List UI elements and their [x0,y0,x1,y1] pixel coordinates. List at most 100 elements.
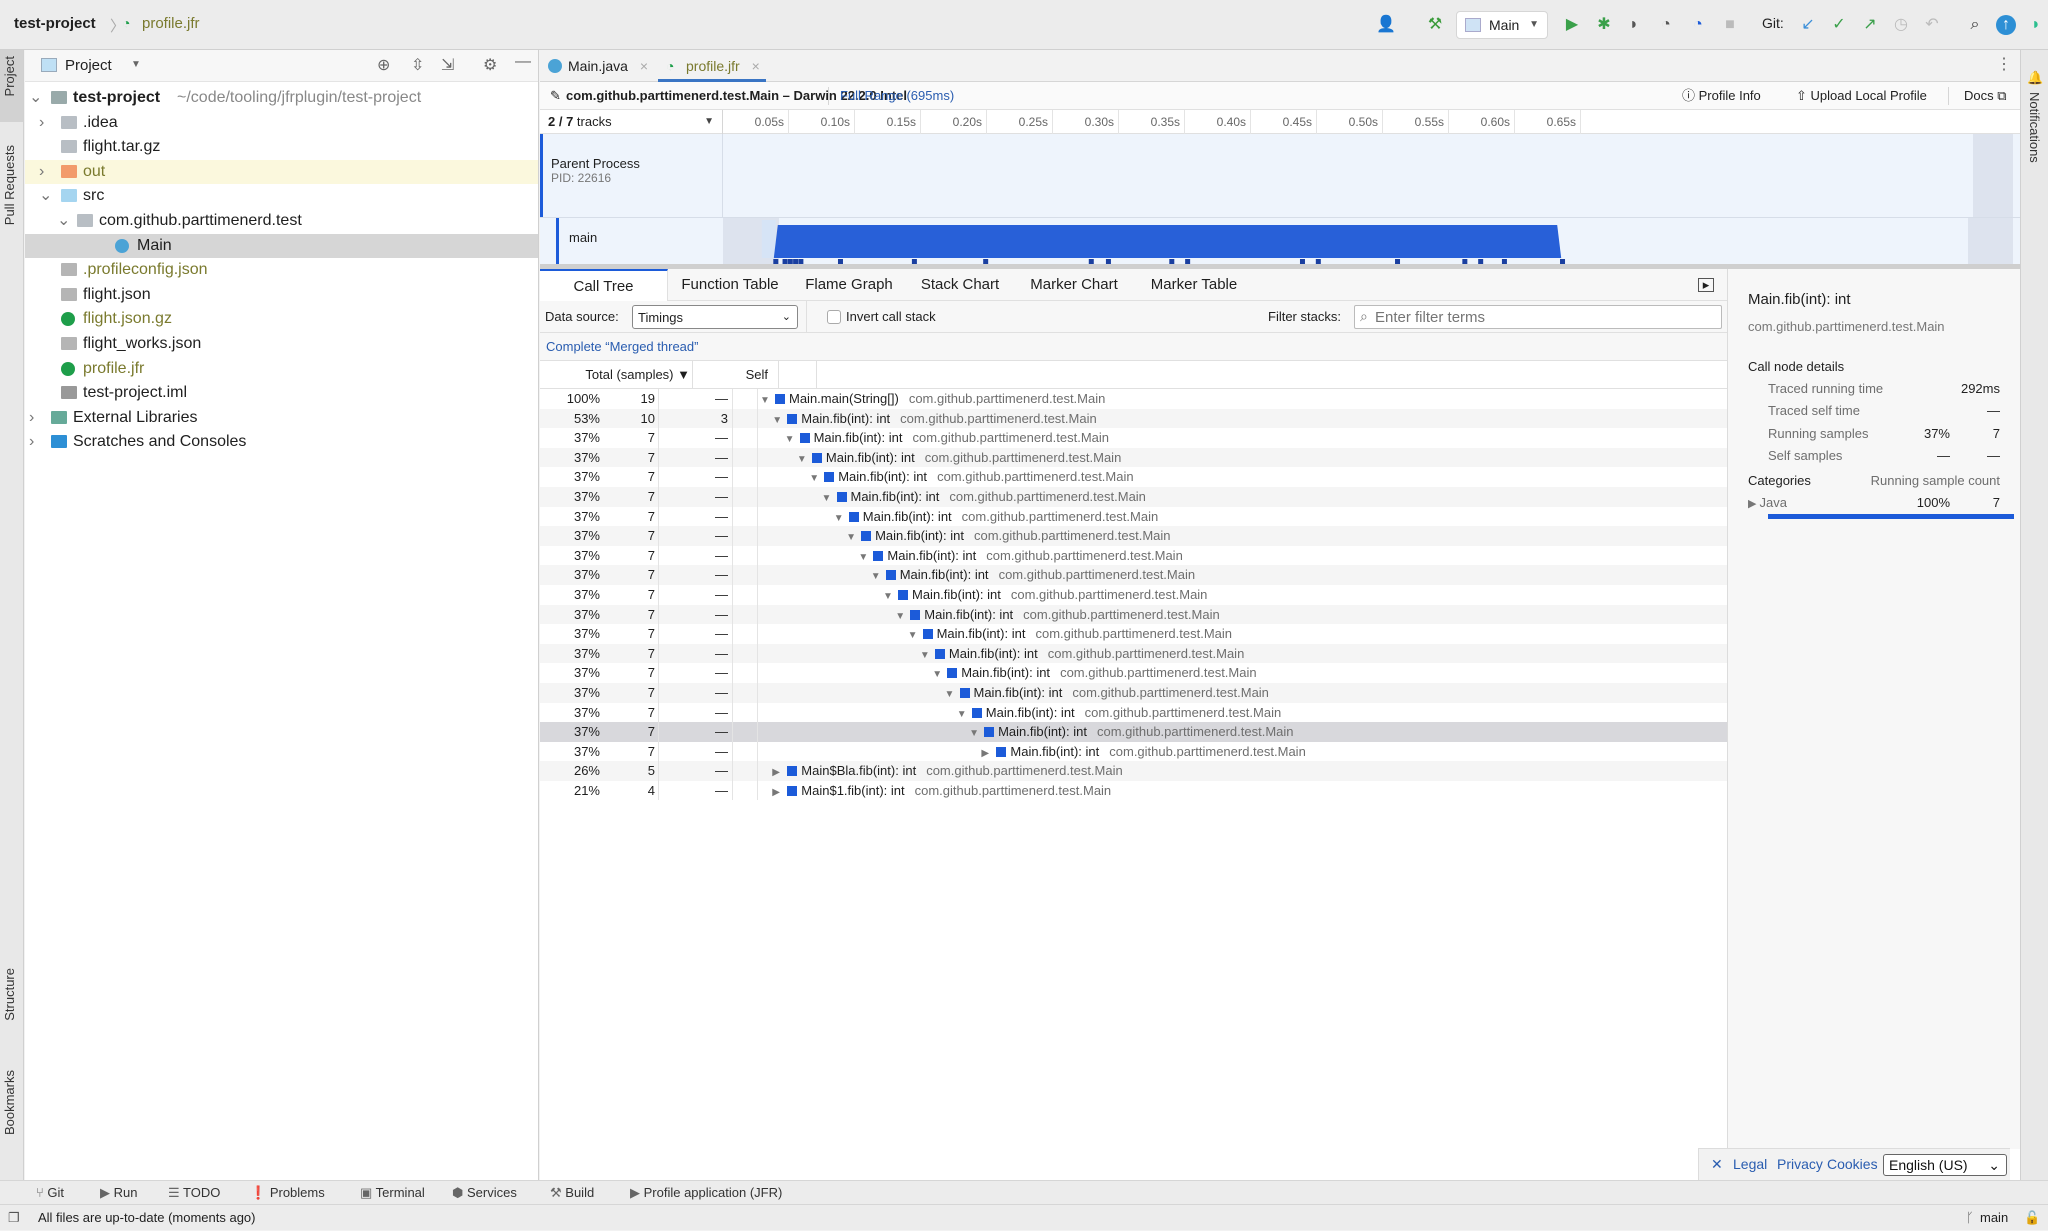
more-options-icon[interactable]: ⋮ [1996,54,2012,74]
git-push-icon[interactable]: ↗ [1860,15,1880,35]
gear-icon[interactable]: ⚙ [483,55,497,75]
file-breadcrumb[interactable]: profile.jfr [142,15,200,32]
project-tree-item[interactable]: flight.json.gz [25,307,538,332]
minimize-icon[interactable]: — [515,53,531,71]
cookies-link[interactable]: Cookies [1827,1149,1878,1179]
thread-breadcrumb[interactable]: Complete “Merged thread” [546,333,698,361]
tool-window-run[interactable]: ▶ Run [100,1181,137,1205]
cpu-activity-area[interactable] [773,225,1562,258]
call-tree-row[interactable]: 37% 7— ▼ Main.fib(int): int com.github.partt… [540,486,1727,507]
status-toggle-icon[interactable]: ❐ [8,1205,20,1231]
chevron-right-icon[interactable]: › [29,406,41,430]
project-tool-tab[interactable]: Project [0,50,23,122]
edit-pencil-icon[interactable]: ✎ [550,82,561,110]
range-breadcrumb[interactable]: Full Range (695ms) [840,82,954,110]
project-tree-item[interactable]: Main [25,233,538,259]
project-tree-item[interactable]: ⌄ com.github.parttimenerd.test [25,209,538,234]
structure-tool-tab[interactable]: Structure [2,968,17,1021]
profile-alloc-icon[interactable]: ◔ [1688,15,1708,35]
call-tree-row[interactable]: 37% 7— ▼ Main.fib(int): int com.github.partt… [540,467,1727,487]
tool-window-services[interactable]: ⬢ Services [452,1181,517,1205]
chevron-down-icon[interactable]: ⌄ [57,209,70,233]
profile-run-icon[interactable]: ◔ [1656,15,1676,35]
category-row-java[interactable]: ▶ Java 100% 7 [1748,495,2000,510]
call-tree-row[interactable]: 37% 7— ▼ Main.fib(int): int com.github.partt… [540,702,1727,723]
track-main-thread[interactable]: main [540,218,2020,264]
tab-call-tree[interactable]: Call Tree [540,269,668,302]
project-tree-item[interactable]: flight.tar.gz [25,135,538,160]
filter-stacks-text[interactable] [1375,307,1715,327]
call-tree-row[interactable]: 21% 4— ▶ Main$1.fib(int): int com.github.par… [540,780,1727,803]
call-tree-row[interactable]: 37% 7— ▶ Main.fib(int): int com.github.partt… [540,741,1727,762]
tool-window-todo[interactable]: ☰ TODO [168,1181,220,1205]
project-tree-item[interactable]: › Scratches and Consoles [25,430,538,455]
call-tree-row[interactable]: 37% 7— ▼ Main.fib(int): int com.github.partt… [540,565,1727,585]
chevron-down-icon[interactable]: ⌄ [39,184,52,208]
close-icon[interactable]: × [752,58,760,74]
lock-open-icon[interactable]: 🔓 [2024,1205,2040,1231]
call-tree-row[interactable]: 37% 7— ▼ Main.fib(int): int com.github.partt… [540,428,1727,448]
notifications-tool-tab[interactable]: Notifications [2027,92,2042,163]
tab-flame-graph[interactable]: Flame Graph [792,269,906,301]
call-tree-row[interactable]: 100% 19— ▼ Main.main(String[]) com.github.pa… [540,389,1727,409]
tab-marker-table[interactable]: Marker Table [1134,269,1254,301]
call-tree-row[interactable]: 37% 7— ▼ Main.fib(int): int com.github.partt… [540,663,1727,683]
project-tree-item[interactable]: test-project.iml [25,381,538,406]
call-tree-row[interactable]: 26% 5— ▶ Main$Bla.fib(int): int com.github.p… [540,761,1727,781]
project-tree-item[interactable]: flight.json [25,283,538,308]
expand-triangle-icon[interactable]: ▶ [1748,498,1760,510]
expand-all-icon[interactable]: ⇳ [411,55,424,75]
call-tree-row[interactable]: 37% 7— ▼ Main.fib(int): int com.github.partt… [540,584,1727,605]
call-tree-row[interactable]: 37% 7— ▼ Main.fib(int): int com.github.partt… [540,604,1727,625]
tool-window-git[interactable]: ⑂ Git [36,1181,64,1205]
call-tree-row[interactable]: 37% 7— ▼ Main.fib(int): int com.github.partt… [540,447,1727,468]
total-column-header[interactable]: Total (samples) ▼ [540,361,690,389]
invert-call-stack-checkbox[interactable] [827,310,841,324]
build-hammer-icon[interactable]: ⚒ [1425,15,1445,35]
tab-main-java[interactable]: Main.java × [540,50,658,82]
privacy-link[interactable]: Privacy [1777,1149,1823,1179]
pull-requests-tool-tab[interactable]: Pull Requests [2,145,17,225]
track-parent-process[interactable]: Parent Process PID: 22616 [540,134,2020,218]
call-tree-row[interactable]: 37% 7— ▼ Main.fib(int): int com.github.partt… [540,682,1727,703]
user-icon[interactable]: 👤 [1376,15,1396,35]
tab-function-table[interactable]: Function Table [668,269,792,301]
search-icon[interactable]: ⌕ [1965,15,1985,35]
project-tree-item[interactable]: › .idea [25,111,538,136]
project-tree-item[interactable]: › out [25,159,538,185]
call-tree-row[interactable]: 53% 10 3 ▼ Main.fib(int): int com.github.part… [540,408,1727,429]
tool-window-profile-application[interactable]: ▶ Profile application (JFR) [630,1181,782,1205]
call-tree-row[interactable]: 37% 7— ▼ Main.fib(int): int com.github.partt… [540,545,1727,566]
toolbox-icon[interactable]: ◗ [2026,15,2046,35]
chevron-down-icon[interactable]: ▼ [131,59,141,70]
rollback-icon[interactable]: ↶ [1922,15,1942,35]
call-tree-row[interactable]: 37% 7— ▼ Main.fib(int): int com.github.partt… [540,624,1727,644]
git-commit-icon[interactable]: ✓ [1829,15,1849,35]
run-config-selector[interactable]: Main ▼ [1456,11,1548,39]
sidebar-toggle-icon[interactable]: ▸ [1698,278,1714,292]
call-tree-row[interactable]: 37% 7— ▼ Main.fib(int): int com.github.partt… [540,643,1727,664]
close-icon[interactable]: × [640,58,648,74]
chevron-right-icon[interactable]: › [39,111,51,135]
debug-icon[interactable]: ✱ [1594,15,1614,35]
upload-profile-button[interactable]: ⇧ Upload Local Profile [1796,82,1927,110]
expand-triangle-icon[interactable]: ▶ [772,783,785,803]
filter-stacks-input[interactable]: ⌕ [1354,305,1722,329]
history-icon[interactable]: ◷ [1891,15,1911,35]
legal-link[interactable]: Legal [1733,1149,1767,1179]
tab-marker-chart[interactable]: Marker Chart [1014,269,1134,301]
stop-icon[interactable]: ■ [1720,15,1740,35]
chevron-down-icon[interactable]: ⌄ [29,86,42,110]
call-tree-row[interactable]: 37% 7— ▼ Main.fib(int): int com.github.partt… [540,526,1727,546]
project-tree-item[interactable]: .profileconfig.json [25,258,538,283]
profile-info-button[interactable]: ⓘ Profile Info [1682,82,1761,110]
tool-window-terminal[interactable]: ▣ Terminal [360,1181,425,1205]
bell-icon[interactable]: 🔔 [2027,70,2043,86]
project-tree-item[interactable]: ⌄ src [25,184,538,209]
tool-window-build[interactable]: ⚒ Build [550,1181,594,1205]
project-tree-item[interactable]: flight_works.json [25,332,538,357]
call-tree-row[interactable]: 37% 7— ▼ Main.fib(int): int com.github.partt… [540,722,1727,742]
self-column-header[interactable]: Self [692,361,768,389]
language-select[interactable]: English (US) ⌄ [1883,1154,2007,1176]
project-tree-item[interactable]: › External Libraries [25,406,538,431]
